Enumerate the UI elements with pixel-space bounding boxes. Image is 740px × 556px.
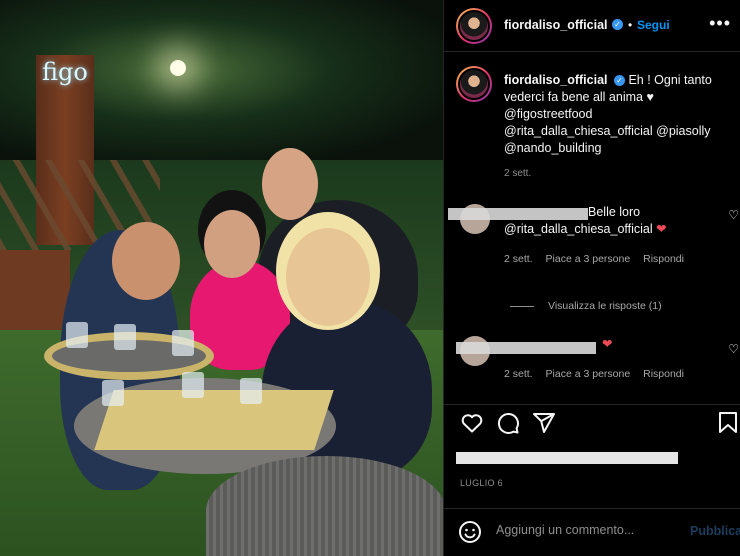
post-actions [444, 404, 740, 444]
red-heart-icon: ❤ [602, 337, 613, 351]
photo-glass [240, 378, 262, 404]
photo-person-left-head [112, 222, 180, 300]
header-username[interactable]: fiordaliso_official [504, 18, 608, 32]
follow-button[interactable]: Segui [637, 18, 670, 32]
photo-person-standing-head [262, 148, 318, 220]
comment-time: 2 sett. [504, 253, 533, 265]
comment-reply-button[interactable]: Rispondi [643, 368, 684, 380]
comment-meta: 2 sett. Piace a 3 persone Rispondi [504, 253, 694, 265]
post-date: LUGLIO 6 [460, 478, 503, 488]
photo-glass [172, 330, 194, 356]
photo-glass [66, 322, 88, 348]
post-sidebar: fiordaliso_official ✓ • Segui ••• fiorda… [443, 0, 740, 556]
photo-glass [182, 372, 204, 398]
photo-sign-text: figo [42, 58, 88, 86]
caption-body: fiordaliso_official ✓ Eh ! Ogni tanto ve… [504, 72, 724, 157]
comment-likes[interactable]: Piace a 3 persone [546, 253, 631, 265]
send-icon[interactable] [532, 411, 556, 435]
comment-like-icon[interactable]: ♡ [728, 342, 739, 356]
emoji-icon[interactable] [458, 520, 482, 544]
comment-reply-button[interactable]: Rispondi [643, 253, 684, 265]
comment-text: Belle loro @rita_dalla_chiesa_official ❤ [504, 205, 667, 236]
photo-person-pink-head [204, 210, 260, 278]
comment-like-icon[interactable]: ♡ [728, 208, 739, 222]
comment-username-redacted [456, 342, 596, 354]
separator-dot: • [628, 18, 633, 32]
post-header: fiordaliso_official ✓ • Segui ••• [444, 0, 740, 52]
caption-username[interactable]: fiordaliso_official [504, 73, 608, 87]
avatar[interactable] [456, 8, 492, 44]
photo-person-blonde-head [286, 228, 370, 326]
view-replies-button[interactable]: Visualizza le risposte (1) [510, 300, 662, 312]
caption-avatar[interactable] [456, 66, 492, 102]
more-options-icon[interactable]: ••• [709, 13, 731, 34]
post-photo[interactable]: figo [0, 0, 443, 556]
comment-meta: 2 sett. Piace a 3 persone Rispondi [504, 368, 694, 380]
likes-summary-redacted[interactable] [456, 452, 678, 464]
photo-wall [0, 250, 70, 340]
comment-likes[interactable]: Piace a 3 persone [546, 368, 631, 380]
bookmark-icon[interactable] [718, 411, 738, 435]
verified-badge-icon: ✓ [612, 19, 623, 30]
photo-chair [206, 456, 443, 556]
publish-button[interactable]: Pubblica [690, 524, 740, 538]
caption-time: 2 sett. [504, 168, 532, 179]
comment-icon[interactable] [496, 411, 520, 435]
heart-icon[interactable] [460, 411, 484, 435]
photo-lamp [170, 60, 186, 76]
verified-badge-icon: ✓ [613, 75, 625, 87]
comment-input[interactable] [496, 523, 676, 537]
photo-glass [102, 380, 124, 406]
comment-time: 2 sett. [504, 368, 533, 380]
red-heart-icon: ❤ [656, 222, 667, 236]
photo-glass [114, 324, 136, 350]
comment-text: ❤ [602, 336, 740, 353]
add-comment-bar: Pubblica [444, 508, 740, 556]
